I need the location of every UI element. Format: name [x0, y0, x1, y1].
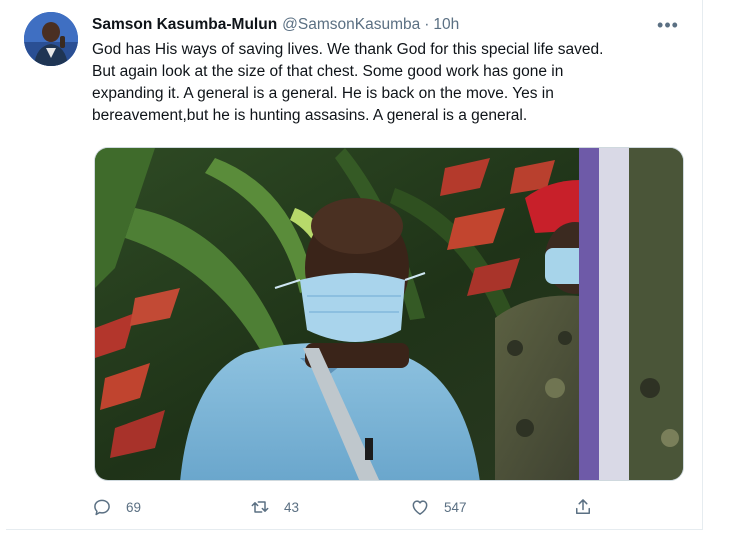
tweet-text: God has His ways of saving lives. We tha… — [92, 41, 604, 124]
like-count: 547 — [444, 499, 467, 515]
tweet-header: Samson Kasumba-Mulun @SamsonKasumba · 10… — [92, 14, 686, 36]
tweet-card[interactable]: Samson Kasumba-Mulun @SamsonKasumba · 10… — [6, 0, 703, 530]
reply-button[interactable]: 69 — [92, 494, 141, 520]
like-icon — [412, 500, 428, 515]
author-handle[interactable]: @SamsonKasumba — [282, 16, 420, 34]
reply-count: 69 — [126, 499, 142, 515]
reply-icon — [94, 499, 110, 516]
tweet-photo[interactable] — [94, 147, 684, 481]
avatar-image — [24, 12, 78, 66]
like-button[interactable]: 547 — [410, 494, 467, 520]
tweet-timestamp[interactable]: 10h — [433, 16, 459, 34]
share-icon — [576, 499, 590, 514]
retweet-button[interactable]: 43 — [250, 494, 299, 520]
author-name[interactable]: Samson Kasumba-Mulun — [92, 16, 277, 34]
avatar[interactable] — [24, 12, 78, 66]
tweet-actions: 69 43 547 — [92, 494, 592, 520]
retweet-icon — [251, 501, 269, 513]
photo-image — [95, 148, 683, 480]
retweet-count: 43 — [284, 499, 300, 515]
share-button[interactable] — [573, 494, 607, 520]
more-options-icon[interactable]: ••• — [656, 14, 680, 36]
separator-dot: · — [424, 16, 430, 33]
